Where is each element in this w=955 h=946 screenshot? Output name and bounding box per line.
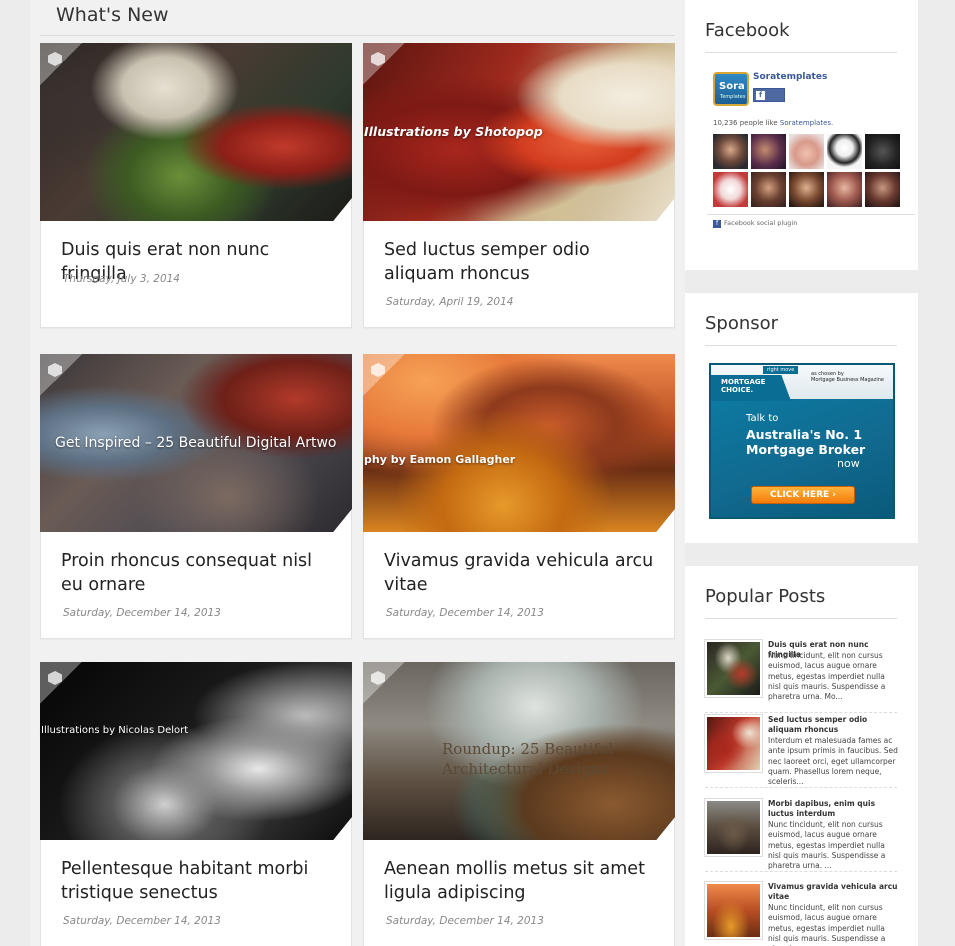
divider [705,712,897,713]
post-card[interactable]: Get Inspired – 25 Beautiful Digital Artw… [40,354,352,639]
popular-post-snippet: Nunc tincidunt, elit non cursus euismod,… [768,903,886,946]
popular-post-item[interactable]: Sed luctus semper odio aliquam rhoncus I… [705,715,898,793]
facebook-icon: f [756,91,765,100]
post-card[interactable]: Duis quis erat non nunc fringilla Thursd… [40,43,352,328]
avatar[interactable] [865,134,900,169]
widget-divider [705,345,897,346]
post-thumbnail[interactable] [40,43,352,221]
facebook-like-box: Sora Templates Soratemplates f Like 10,23… [707,64,917,232]
post-title[interactable]: Sed luctus semper odio aliquam rhoncus [384,238,659,286]
section-title: What's New [56,4,169,26]
avatar[interactable] [827,134,862,169]
plugin-text: Facebook social plugin [724,219,798,227]
corner-accent [363,662,405,704]
avatar[interactable] [827,172,862,207]
post-date: Saturday, December 14, 2013 [63,607,221,619]
divider [705,787,897,788]
corner-accent [40,662,82,704]
count-text: 10,236 people like [713,119,778,127]
fb-like-button[interactable]: f Like [753,88,785,111]
post-title[interactable]: Aenean mollis metus sit amet ligula adip… [384,857,659,905]
post-card[interactable]: Illustrations by Shotopop Sed luctus sem… [363,43,675,328]
ad-now-text: now [837,457,860,470]
popular-post-title[interactable]: Morbi dapibus, enim quis luctus interdum [768,799,898,819]
ad-talk-text: Talk to [746,413,779,424]
corner-accent [363,354,405,396]
logo-subtext: Templates [720,94,746,100]
post-date: Thursday, July 3, 2014 [63,273,180,285]
widget-divider [705,618,897,619]
avatar[interactable] [789,172,824,207]
post-date: Saturday, December 14, 2013 [386,607,544,619]
avatar[interactable] [713,134,748,169]
avatar[interactable] [713,172,748,207]
popular-post-snippet: Nunc tincidunt, elit non cursus euismod,… [768,651,886,702]
avatar[interactable] [789,134,824,169]
post-title[interactable]: Proin rhoncus consequat nisl eu ornare [61,549,336,597]
popular-post-thumbnail[interactable] [705,882,762,939]
corner-accent [40,43,82,85]
fb-page-name[interactable]: Soratemplates [753,72,827,82]
popular-post-thumbnail[interactable] [705,799,762,856]
like-label: Like [756,102,774,111]
popular-post-item[interactable]: Vivamus gravida vehicula arcu vitae Nunc… [705,882,898,946]
post-date: Saturday, December 14, 2013 [63,915,221,927]
sponsor-ad-banner[interactable]: right move MORTGAGE CHOICE. as chosen by M… [709,363,895,519]
post-title[interactable]: Vivamus gravida vehicula arcu vitae [384,549,659,597]
logo-text: Sora [719,81,745,92]
ad-headline: Australia's No. 1 Mortgage Broker [746,427,866,457]
ad-click-here-button[interactable]: CLICK HERE › [751,486,855,504]
thumbnail-caption: Illustrations by Nicolas Delort [41,725,189,736]
thumbnail-caption: Illustrations by Shotopop [364,124,543,139]
popular-post-thumbnail[interactable] [705,715,762,772]
post-title[interactable]: Pellentesque habitant morbi tristique se… [61,857,336,905]
fb-like-count: 10,236 people like Soratemplates. [713,119,833,127]
post-card[interactable]: Illustrations by Nicolas Delort Pellente… [40,662,352,946]
mortgage-choice-logo: MORTGAGE CHOICE. [721,378,766,394]
popular-post-title[interactable]: Sed luctus semper odio aliquam rhoncus [768,715,898,735]
popular-post-snippet: Interdum et malesuada fames ac ante ipsu… [768,736,898,787]
avatar[interactable] [865,172,900,207]
avatar[interactable] [751,172,786,207]
avatar[interactable] [751,134,786,169]
corner-accent [40,354,82,396]
widget-title: Facebook [705,20,790,41]
thumbnail-caption: Get Inspired – 25 Beautiful Digital Artw… [55,435,337,451]
widget-title: Sponsor [705,313,779,334]
post-date: Saturday, April 19, 2014 [386,296,514,308]
post-thumbnail[interactable] [40,662,352,840]
count-link[interactable]: Soratemplates. [780,119,833,127]
popular-post-item[interactable]: Morbi dapibus, enim quis luctus interdum… [705,799,897,877]
widget-title: Popular Posts [705,586,826,607]
sora-logo[interactable]: Sora Templates [713,72,749,106]
divider [707,214,915,215]
post-card[interactable]: phy by Eamon Gallagher Vivamus gravida v… [363,354,675,639]
corner-accent [363,43,405,85]
divider [705,871,897,872]
fb-plugin-label[interactable]: f Facebook social plugin [713,219,797,228]
post-date: Saturday, December 14, 2013 [386,915,544,927]
section-divider [40,35,675,36]
post-card[interactable]: Roundup: 25 Beautiful Architectural Desi… [363,662,675,946]
popular-post-snippet: Nunc tincidunt, elit non cursus euismod,… [768,820,886,871]
popular-post-item[interactable]: Duis quis erat non nunc fringilla Nunc t… [705,640,897,718]
popular-post-thumbnail[interactable] [705,640,762,697]
ad-tagline: as chosen by Mortgage Business Magazine [811,371,884,383]
widget-divider [705,52,897,53]
facebook-icon: f [713,220,721,228]
post-thumbnail[interactable] [363,354,675,532]
ad-rightmove-label: right move [763,366,799,374]
thumbnail-caption: Roundup: 25 Beautiful Architectural Desi… [442,740,614,778]
thumbnail-caption: phy by Eamon Gallagher [364,453,516,466]
popular-post-title[interactable]: Vivamus gravida vehicula arcu vitae [768,882,898,902]
